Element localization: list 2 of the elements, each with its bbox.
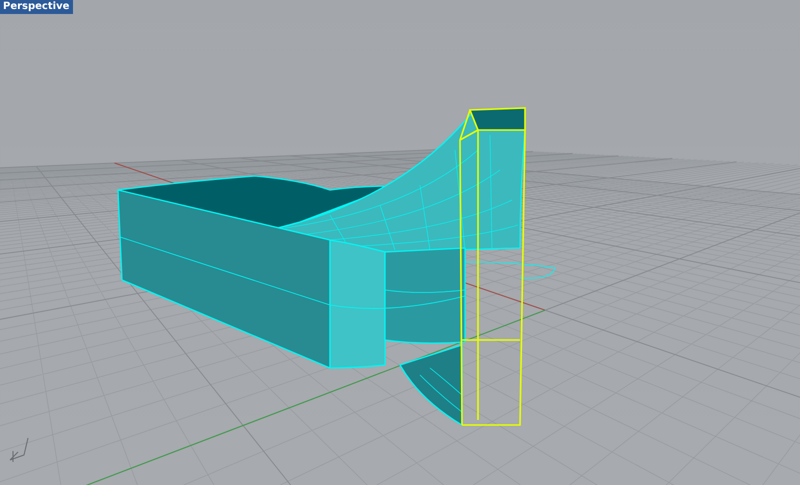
axis-icon — [10, 438, 28, 462]
viewport-title[interactable]: Perspective — [0, 0, 74, 14]
